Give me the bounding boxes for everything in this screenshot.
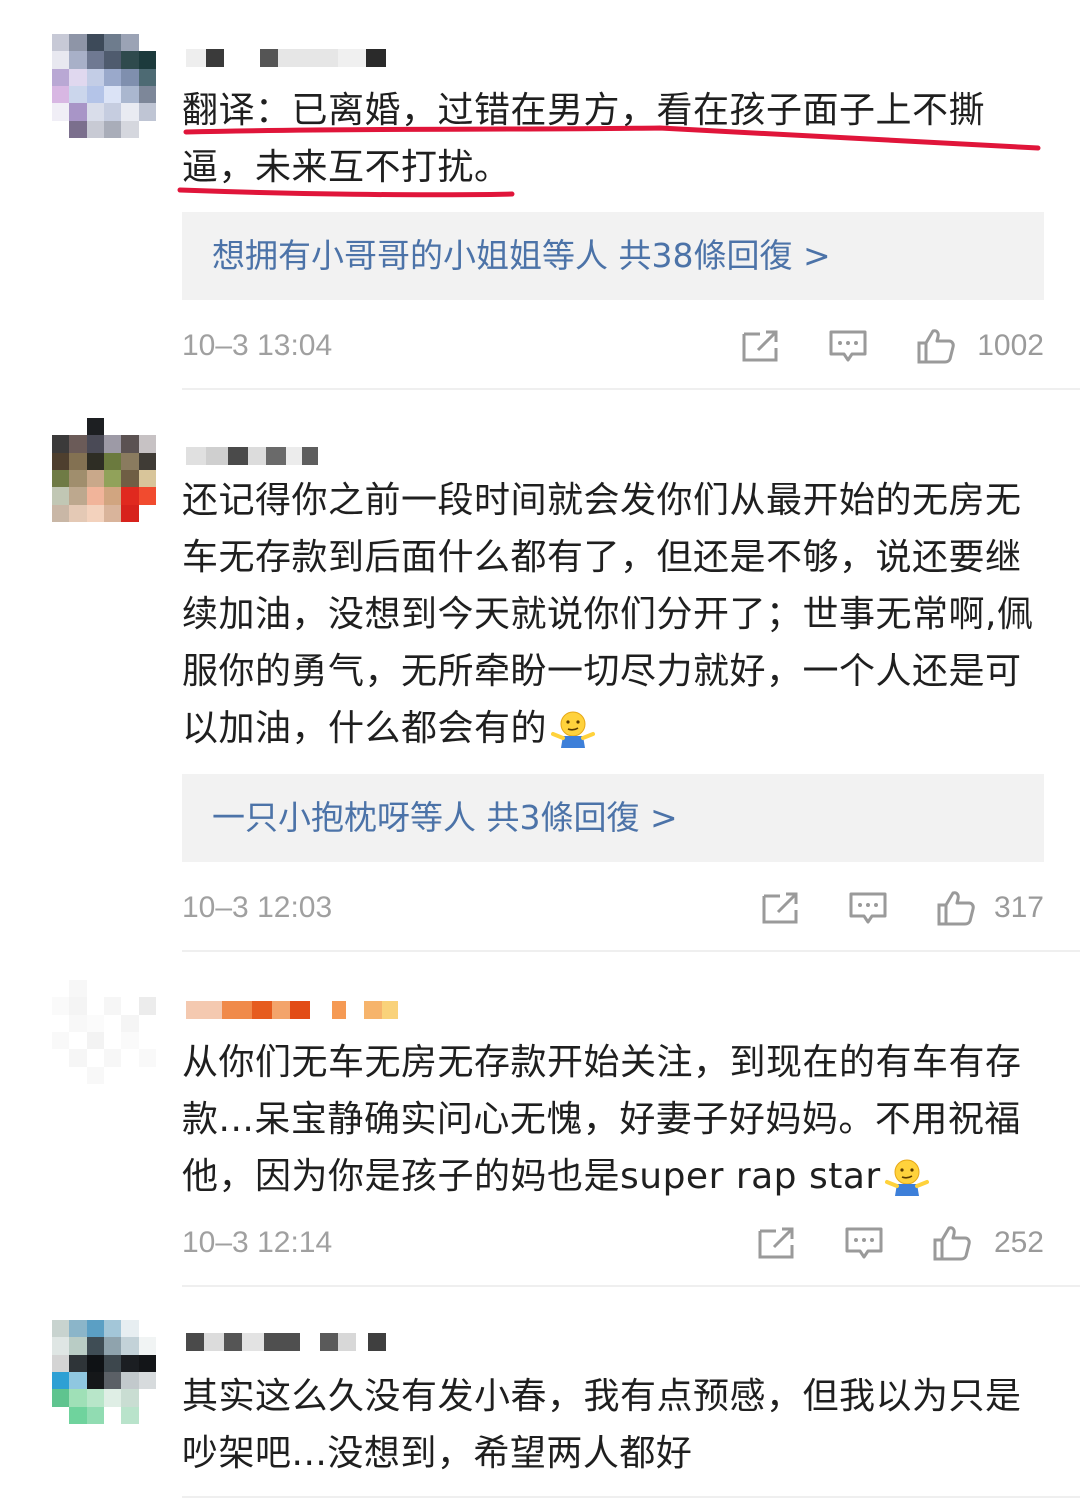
comment-text: 从你们无车无房无存款开始关注，到现在的有车有存款...呆宝静确实问心无愧，好妻子… bbox=[182, 1034, 1052, 1205]
comment-text: 翻译：已离婚，过错在男方，看在孩子面子上不撕逼，未来互不打扰。 bbox=[182, 90, 986, 188]
username-redacted[interactable] bbox=[186, 38, 386, 78]
timestamp: 10–3 12:03 bbox=[182, 891, 333, 924]
divider bbox=[182, 1496, 1080, 1498]
like-count: 252 bbox=[993, 1226, 1044, 1259]
reply-count[interactable]: 共38條回復 > bbox=[619, 236, 831, 275]
comment-meta: 10–3 12:03 317 bbox=[182, 878, 1044, 938]
comment-text: 还记得你之前一段时间就会发你们从最开始的无房无车无存款到后面什么都有了，但还是不… bbox=[182, 472, 1052, 757]
username-redacted[interactable] bbox=[186, 436, 318, 476]
divider bbox=[182, 950, 1080, 952]
comment-meta: 10–3 12:14 252 bbox=[182, 1213, 1044, 1273]
share-icon[interactable] bbox=[740, 328, 780, 364]
replies-link[interactable]: 想拥有小哥哥的小姐姐等人 共38條回復 > bbox=[182, 212, 1044, 300]
like-count: 317 bbox=[993, 891, 1044, 924]
reply-names[interactable]: 一只小抱枕呀 bbox=[212, 798, 410, 837]
comment-meta: 10–3 13:04 1002 bbox=[182, 316, 1044, 376]
comment-icon[interactable] bbox=[828, 328, 868, 364]
reply-names[interactable]: 想拥有小哥哥的小姐姐 bbox=[212, 236, 542, 275]
username-redacted[interactable] bbox=[186, 990, 398, 1030]
avatar[interactable] bbox=[52, 980, 156, 1084]
comment-text-body: 还记得你之前一段时间就会发你们从最开始的无房无车无存款到后面什么都有了，但还是不… bbox=[182, 480, 1034, 749]
timestamp: 10–3 13:04 bbox=[182, 329, 333, 362]
comment-icon[interactable] bbox=[848, 890, 888, 926]
timestamp: 10–3 12:14 bbox=[182, 1226, 333, 1259]
divider bbox=[182, 388, 1080, 390]
reply-others: 等人 bbox=[542, 236, 608, 275]
share-icon[interactable] bbox=[760, 890, 800, 926]
like-count: 1002 bbox=[977, 329, 1044, 362]
reply-count[interactable]: 共3條回復 > bbox=[487, 798, 678, 837]
thumbs-up-icon[interactable] bbox=[932, 1225, 972, 1261]
username-redacted[interactable] bbox=[186, 1322, 386, 1362]
shrug-emoji-icon bbox=[551, 710, 595, 750]
comment-icon[interactable] bbox=[844, 1225, 884, 1261]
avatar[interactable] bbox=[52, 1320, 156, 1424]
replies-link[interactable]: 一只小抱枕呀等人 共3條回復 > bbox=[182, 774, 1044, 862]
shrug-emoji-icon bbox=[885, 1158, 929, 1198]
divider bbox=[182, 1285, 1080, 1287]
reply-others: 等人 bbox=[410, 798, 476, 837]
thumbs-up-icon[interactable] bbox=[936, 890, 976, 926]
avatar[interactable] bbox=[52, 418, 156, 522]
share-icon[interactable] bbox=[756, 1225, 796, 1261]
comment-text: 其实这么久没有发小春，我有点预感，但我以为只是吵架吧...没想到，希望两人都好 bbox=[182, 1376, 1022, 1474]
thumbs-up-icon[interactable] bbox=[916, 328, 956, 364]
avatar[interactable] bbox=[52, 34, 156, 138]
